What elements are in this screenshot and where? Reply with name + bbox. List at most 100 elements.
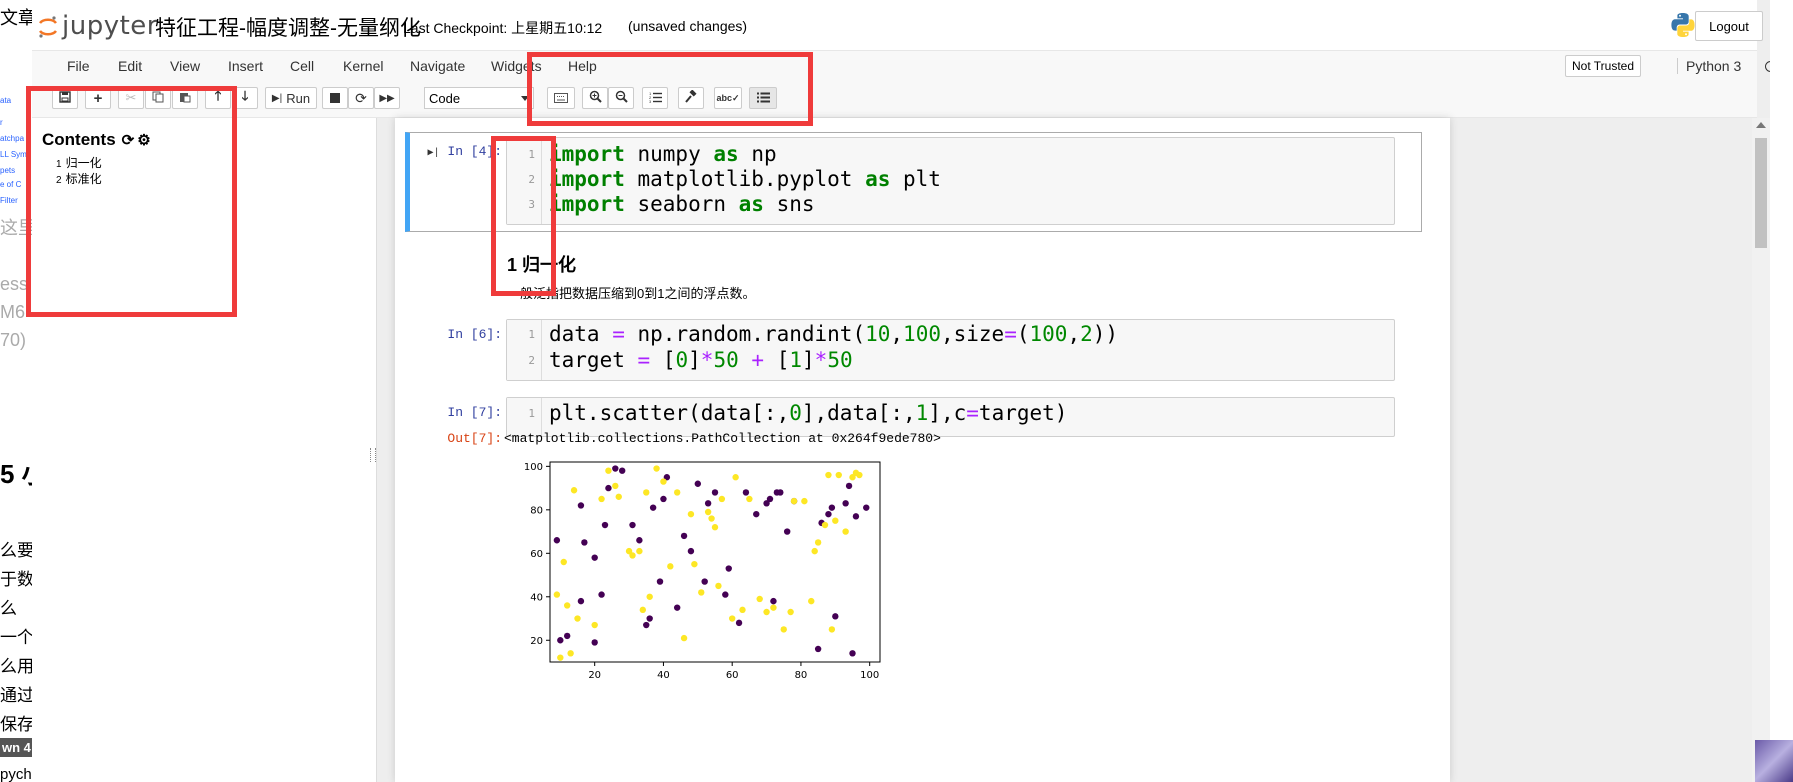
menu-file[interactable]: File xyxy=(67,58,90,74)
scatter-point-class-0 xyxy=(735,619,743,627)
code-line: data = np.random.randint(10,100,size=(10… xyxy=(549,322,1119,346)
python-logo-icon xyxy=(1669,11,1697,44)
bg-fragment: atchpa xyxy=(0,134,25,143)
scatter-point-class-0 xyxy=(581,539,588,546)
menu-edit[interactable]: Edit xyxy=(118,58,142,74)
scatter-point-class-0 xyxy=(742,489,750,496)
autosave-status: (unsaved changes) xyxy=(628,18,748,34)
menu-navigate[interactable]: Navigate xyxy=(410,58,465,74)
scatter-point-class-1 xyxy=(821,521,829,529)
scatter-point-class-0 xyxy=(629,521,636,529)
scatter-point-class-0 xyxy=(612,465,619,472)
x-tick-label: 100 xyxy=(860,670,879,681)
scatter-point-class-0 xyxy=(704,500,712,507)
scatter-point-class-1 xyxy=(756,595,763,603)
y-tick-label: 40 xyxy=(530,592,543,603)
scatter-point-class-0 xyxy=(753,510,760,518)
bg-fragment: Filter xyxy=(0,196,18,205)
scatter-point-class-0 xyxy=(828,504,836,511)
code-line: target = [0]*50 + [1]*50 xyxy=(549,348,853,372)
scatter-point-class-0 xyxy=(673,604,681,611)
scrollbar-thumb[interactable] xyxy=(1755,138,1767,248)
code-cell-data[interactable]: In [6]: 1 2 data = np.random.randint(10,… xyxy=(410,315,1440,381)
menu-view[interactable]: View xyxy=(170,58,200,74)
not-trusted-button[interactable]: Not Trusted xyxy=(1565,55,1642,77)
scatter-point-class-0 xyxy=(660,495,667,503)
scatter-point-class-1 xyxy=(567,650,574,657)
scatter-point-class-1 xyxy=(715,582,722,590)
menu-insert[interactable]: Insert xyxy=(228,58,263,74)
scatter-point-class-1 xyxy=(553,591,561,598)
scatter-point-class-0 xyxy=(577,597,585,605)
restart-run-all-button[interactable]: ▶▶ xyxy=(374,87,400,109)
scatter-point-class-0 xyxy=(687,547,695,555)
scatter-point-class-1 xyxy=(811,547,818,555)
bg-fragment: 70) xyxy=(0,330,27,350)
vertical-scrollbar[interactable] xyxy=(1752,118,1770,782)
scatter-point-class-1 xyxy=(718,495,726,503)
logout-button[interactable]: Logout xyxy=(1695,11,1763,41)
x-tick-label: 60 xyxy=(726,670,739,681)
scatter-point-class-0 xyxy=(849,650,856,657)
scatter-point-class-1 xyxy=(814,539,822,546)
scatter-point-class-1 xyxy=(667,563,674,570)
scatter-point-class-0 xyxy=(618,467,626,474)
scroll-up-icon[interactable] xyxy=(1756,122,1766,128)
y-tick-label: 20 xyxy=(530,636,543,647)
scatter-point-class-1 xyxy=(636,547,643,555)
scatter-point-class-0 xyxy=(577,502,585,509)
scatter-point-class-1 xyxy=(787,608,794,616)
scatter-point-class-1 xyxy=(680,634,688,642)
menubar: File Edit View Insert Cell Kernel Naviga… xyxy=(32,50,1776,82)
scatter-point-class-1 xyxy=(643,489,650,496)
code-editor[interactable]: 1 2 data = np.random.randint(10,100,size… xyxy=(506,319,1395,381)
x-tick-label: 80 xyxy=(795,670,808,681)
scatter-point-class-1 xyxy=(646,593,653,600)
scatter-point-class-0 xyxy=(842,500,849,507)
scatter-point-class-0 xyxy=(598,591,605,598)
menu-cell[interactable]: Cell xyxy=(290,58,314,74)
code-editor[interactable]: 1 2 3 import numpy as np import matplotl… xyxy=(506,137,1395,225)
bg-fragment: pets xyxy=(0,166,16,175)
bg-fragment: 文章 xyxy=(0,8,32,28)
jupyter-logo[interactable]: jupyter xyxy=(38,10,158,42)
scatter-point-class-1 xyxy=(698,589,705,596)
scatter-point-class-0 xyxy=(832,613,839,620)
scatter-point-class-0 xyxy=(694,480,702,487)
arrow-down-icon: 🡓 xyxy=(241,88,249,103)
scatter-point-class-0 xyxy=(777,489,784,496)
run-label: Run xyxy=(286,90,311,106)
code-cell-imports[interactable]: ▶| In [4]: 1 2 3 import numpy as np impo… xyxy=(410,132,1440,232)
line-number: 1 xyxy=(528,328,535,341)
scatter-point-class-1 xyxy=(629,552,636,559)
menu-kernel[interactable]: Kernel xyxy=(343,58,383,74)
run-button[interactable]: ▶| Run xyxy=(265,87,317,109)
bg-fragment: 么 xyxy=(0,599,17,618)
notebook-title[interactable]: 特征工程-幅度调整-无量纲化 xyxy=(155,12,421,42)
scatter-point-class-1 xyxy=(711,524,719,531)
scatter-point-class-1 xyxy=(728,615,736,622)
cell-type-select[interactable]: Code xyxy=(424,87,534,109)
scatter-point-class-1 xyxy=(790,497,798,505)
restart-kernel-button[interactable]: ⟳ xyxy=(348,87,374,109)
notebook-toolbar: + ✂ 🡑 🡓 ▶| Run ⟳ ▶▶ Code 123 abc✓ xyxy=(32,81,1757,118)
kernel-name: Python 3 xyxy=(1677,58,1741,74)
scatter-point-class-1 xyxy=(828,626,836,633)
scatter-point-class-0 xyxy=(863,504,870,511)
x-tick-label: 20 xyxy=(588,670,601,681)
scatter-point-class-1 xyxy=(856,471,863,479)
scatter-point-class-0 xyxy=(563,632,571,640)
scatter-point-class-0 xyxy=(636,537,643,544)
in-prompt: ▶| In [4]: xyxy=(410,144,502,159)
scatter-point-class-0 xyxy=(783,528,791,535)
run-cell-icon[interactable]: ▶| xyxy=(428,148,440,159)
output-text: <matplotlib.collections.PathCollection a… xyxy=(504,431,941,446)
scatter-point-class-1 xyxy=(739,606,746,614)
y-tick-label: 80 xyxy=(530,505,543,516)
in-prompt: In [7]: xyxy=(447,405,502,420)
bg-fragment: ata xyxy=(0,96,12,105)
in-prompt: In [6]: xyxy=(447,327,502,342)
code-line: import matplotlib.pyplot as plt xyxy=(549,167,941,191)
interrupt-kernel-button[interactable] xyxy=(322,87,348,109)
toc-resize-handle[interactable] xyxy=(370,448,376,462)
